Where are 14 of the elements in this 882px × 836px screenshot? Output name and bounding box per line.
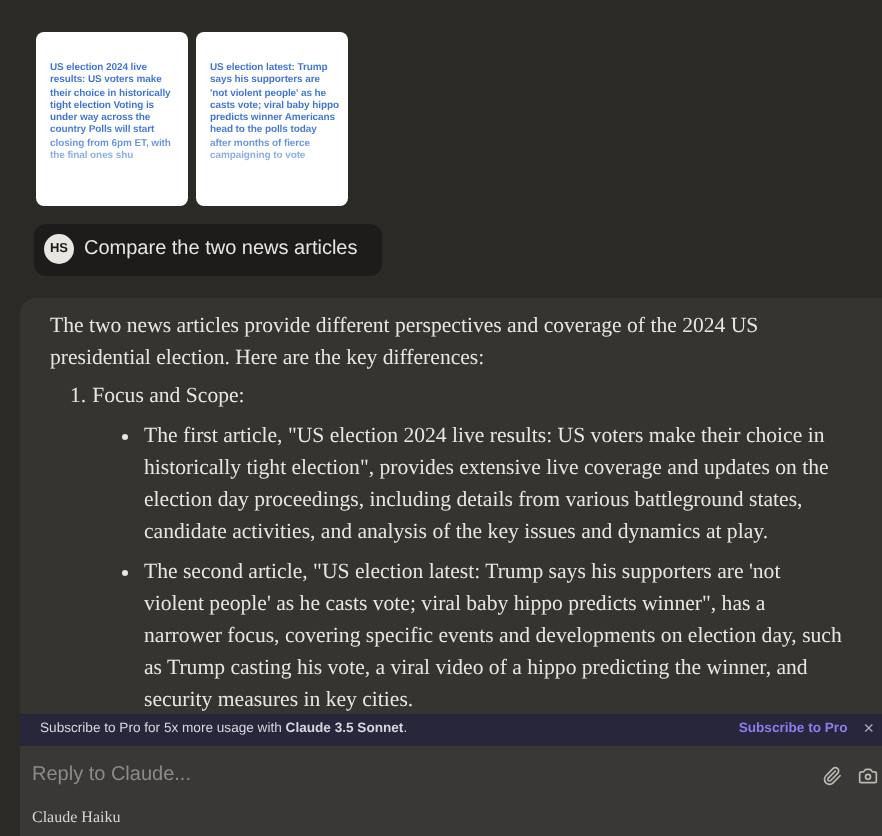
reply-field[interactable]: Reply to Claude... bbox=[32, 760, 822, 791]
list-number: 1. bbox=[70, 381, 87, 412]
camera-icon[interactable] bbox=[858, 765, 878, 786]
bullet-text: The first article, "US election 2024 live results: US voters make their choice in historically tight election", provides extensive live coverage and updates on the election day proceedings, including details from various battleground states, candidate activities, and analysis of the key issues and dynamics at play. bbox=[144, 421, 831, 548]
bullet-icon bbox=[122, 433, 128, 440]
list-heading: Focus and Scope: bbox=[92, 381, 245, 412]
message-text: Compare the two news articles bbox=[84, 236, 358, 265]
bullet-text: The second article, "US election latest: Trump says his supporters are 'not violent people' as he casts vote; viral baby hippo predicts winner", has a narrower focus, covering specific events and developments on election day, such as Trump casting his vote, a viral video of a hippo predicting the winner, and security measures in key cities. bbox=[144, 557, 842, 714]
bullet-icon bbox=[122, 569, 128, 576]
response-paragraph: The two news articles provide different perspectives and coverage of the 2024 US presidential election. Here are the key differences: bbox=[50, 311, 761, 374]
model-selector[interactable]: Claude Haiku bbox=[32, 805, 121, 830]
close-button[interactable]: × bbox=[863, 720, 874, 739]
attach-icon[interactable] bbox=[822, 765, 842, 786]
reply-box[interactable]: Reply to Claude... Claude Haiku bbox=[20, 745, 882, 836]
